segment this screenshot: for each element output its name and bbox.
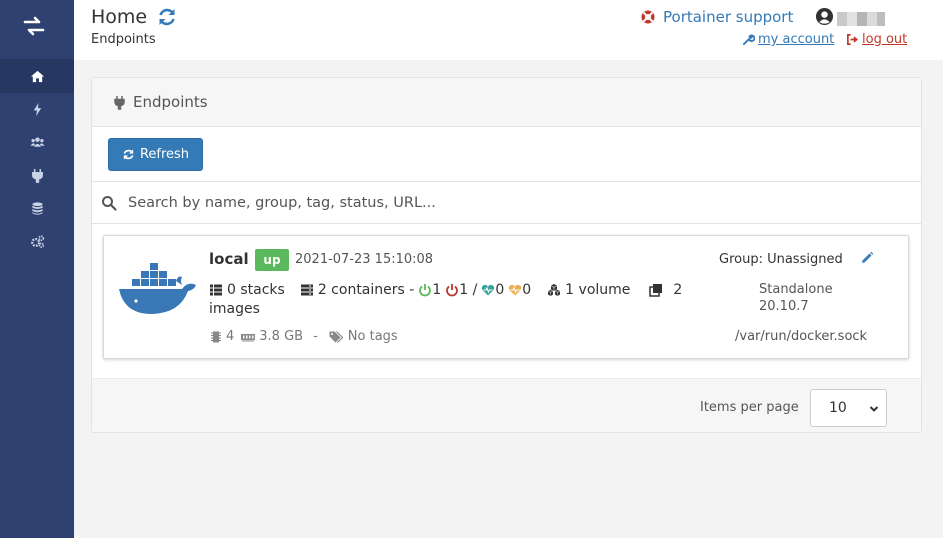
- bolt-icon: [33, 102, 41, 116]
- search-input[interactable]: [128, 194, 808, 211]
- items-per-page-select[interactable]: 10: [810, 389, 887, 427]
- search-bar: [92, 181, 921, 224]
- sidebar-item-settings[interactable]: [0, 224, 74, 258]
- memory-icon: [241, 333, 256, 342]
- heartbeat-unhealthy-icon: [509, 284, 522, 296]
- unhealthy-count: 0: [522, 282, 532, 298]
- user-circle-icon: [815, 7, 834, 30]
- portainer-support-link[interactable]: Portainer support: [640, 8, 793, 26]
- search-icon: [102, 195, 117, 211]
- logout-label: log out: [862, 32, 908, 47]
- sidebar-item-endpoints[interactable]: [0, 158, 74, 192]
- logout-link[interactable]: log out: [846, 32, 907, 47]
- meta-separator: -: [313, 329, 318, 344]
- page-title: Home: [91, 6, 178, 28]
- support-label: Portainer support: [663, 8, 794, 26]
- memory-size: 3.8 GB: [259, 329, 304, 344]
- power-stopped-icon: [446, 284, 459, 297]
- stacks-list-icon: [210, 284, 222, 296]
- items-per-page-label: Items per page: [700, 400, 799, 415]
- endpoint-name[interactable]: local: [209, 250, 249, 268]
- endpoints-widget: Endpoints Refresh local up 2021-07-23 15…: [91, 77, 922, 433]
- endpoint-group: Group: Unassigned: [719, 252, 843, 267]
- cubes-icon: [548, 284, 561, 296]
- stopped-count: 1 /: [459, 282, 478, 298]
- home-icon: [30, 70, 44, 82]
- sidebar: [0, 0, 74, 538]
- my-account-label: my account: [758, 32, 835, 47]
- status-badge: up: [255, 249, 289, 271]
- refresh-icon[interactable]: [156, 6, 178, 28]
- widget-footer: Items per page 10: [92, 378, 921, 432]
- page-title-text: Home: [91, 6, 148, 28]
- sidebar-item-app-templates[interactable]: [0, 92, 74, 126]
- refresh-label: Refresh: [139, 147, 190, 162]
- my-account-link[interactable]: my account: [742, 32, 834, 47]
- images-label: images: [209, 301, 260, 317]
- widget-header: Endpoints: [92, 78, 921, 127]
- server-icon: [300, 284, 313, 296]
- sidebar-item-registries[interactable]: [0, 191, 74, 225]
- endpoint-card[interactable]: local up 2021-07-23 15:10:08 Group: Unas…: [103, 235, 909, 359]
- endpoint-timestamp: 2021-07-23 15:10:08: [295, 252, 434, 267]
- endpoint-stats: 0 stacks 2 containers - 1 1 / 0 0 1 volu…: [209, 282, 682, 298]
- power-running-icon: [419, 284, 432, 297]
- chevron-down-icon: [869, 406, 879, 412]
- pencil-icon[interactable]: [860, 251, 874, 265]
- life-ring-icon: [641, 10, 655, 24]
- widget-title: Endpoints: [133, 93, 208, 111]
- volumes-count: 1 volume: [565, 282, 631, 298]
- wrench-icon: [742, 34, 755, 46]
- items-per-page-value: 10: [829, 400, 847, 416]
- cpu-count: 4: [226, 329, 235, 344]
- running-count: 1: [432, 282, 442, 298]
- database-icon: [31, 201, 43, 215]
- tags-icon: [329, 330, 344, 343]
- endpoint-meta: 4 3.8 GB - No tags: [209, 329, 398, 344]
- containers-count: 2 containers -: [317, 282, 415, 298]
- plug-icon: [114, 95, 125, 110]
- endpoint-url: /var/run/docker.sock: [735, 329, 868, 344]
- username-redacted: [837, 11, 885, 26]
- sign-out-icon: [847, 34, 858, 45]
- images-count: 2: [673, 282, 683, 298]
- tags-label: No tags: [347, 329, 398, 344]
- users-icon: [29, 136, 45, 147]
- healthy-count: 0: [495, 282, 505, 298]
- clone-icon: [649, 284, 663, 297]
- breadcrumb: Endpoints: [91, 32, 156, 47]
- refresh-button[interactable]: Refresh: [108, 138, 203, 171]
- user-info: [815, 7, 885, 30]
- microchip-icon: [211, 331, 221, 342]
- endpoint-type: Standalone: [759, 282, 833, 297]
- docker-logo-icon: [119, 263, 196, 314]
- refresh-icon: [123, 149, 134, 160]
- sidebar-item-home[interactable]: [0, 59, 74, 93]
- portainer-logo-icon[interactable]: [22, 14, 46, 38]
- top-header: Home Endpoints Portainer support my acco…: [74, 0, 943, 60]
- stacks-count: 0 stacks: [227, 282, 285, 298]
- heartbeat-healthy-icon: [482, 284, 495, 296]
- docker-version: 20.10.7: [759, 299, 809, 314]
- plug-icon: [31, 168, 43, 183]
- cogs-icon: [30, 234, 44, 248]
- sidebar-item-users[interactable]: [0, 125, 74, 159]
